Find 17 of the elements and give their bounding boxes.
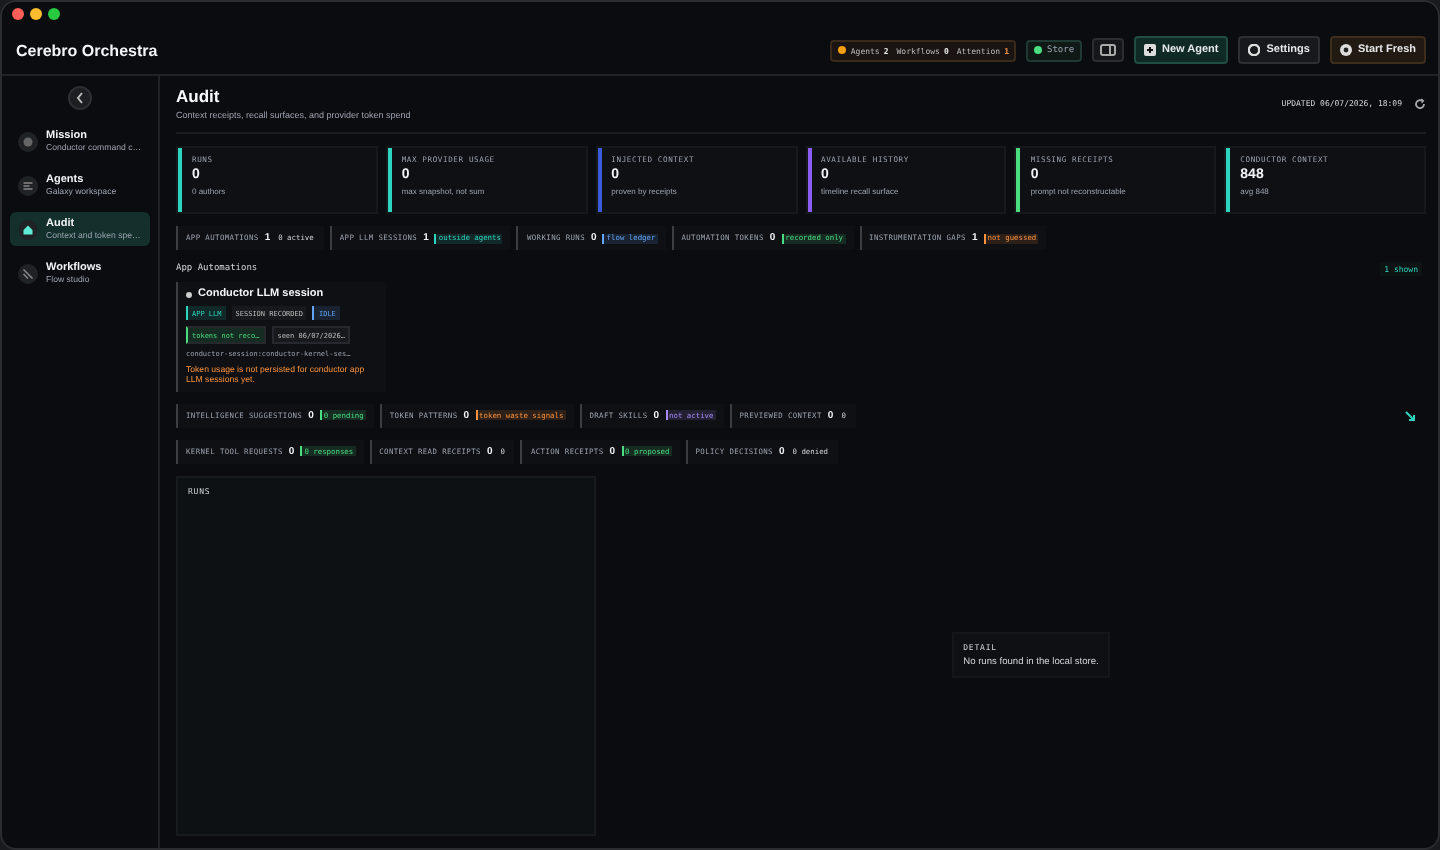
panel-toggle-button[interactable] [1092, 38, 1125, 62]
chevron-left-icon [76, 92, 84, 104]
page-title: Audit [176, 86, 222, 106]
plus-icon [1144, 44, 1157, 56]
expand-icon [1404, 409, 1416, 422]
nav-icon [22, 135, 34, 147]
status-dot-icon [186, 291, 192, 297]
refresh-icon [1414, 97, 1426, 109]
nav-icon [22, 223, 34, 235]
status-dot-icon [838, 46, 847, 54]
collapse-button[interactable] [68, 86, 92, 110]
app-title: Cerebro Orchestra [16, 41, 158, 59]
refresh-button[interactable] [1414, 97, 1426, 109]
nav-icon [22, 179, 34, 191]
status-dot-icon [1034, 46, 1043, 54]
panel-icon [1100, 44, 1117, 56]
nav-icon [22, 267, 34, 279]
